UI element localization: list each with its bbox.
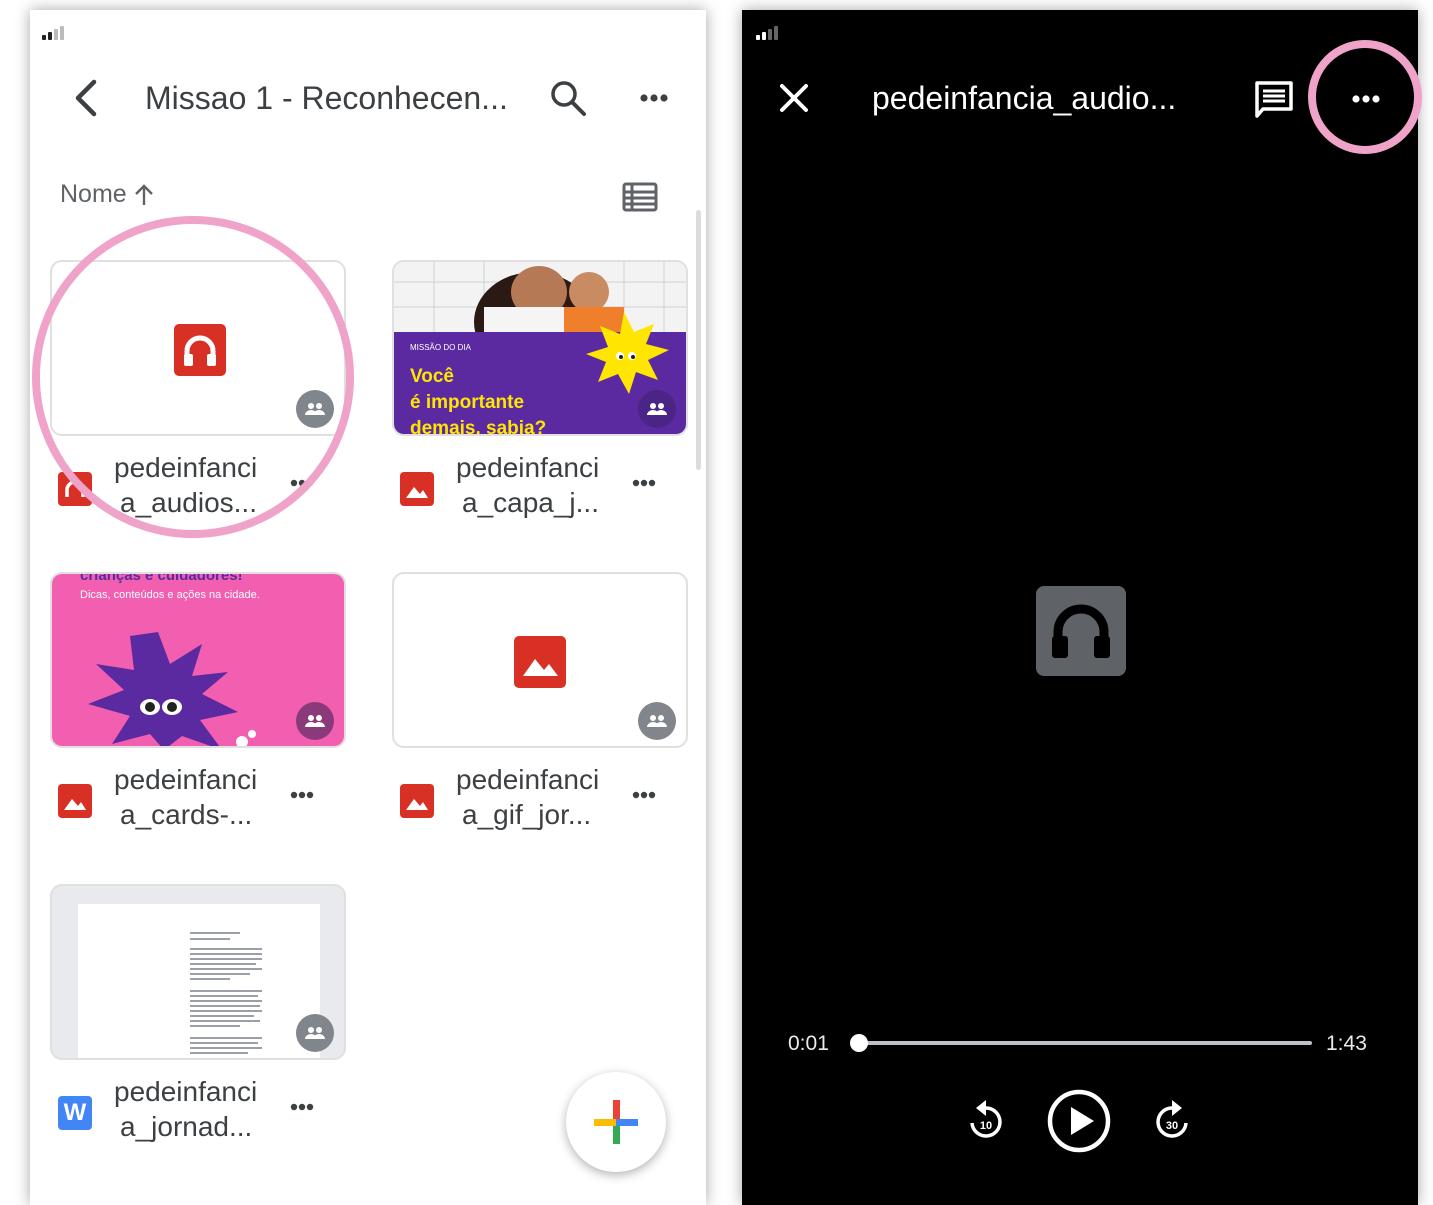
file-name: pedeinfanci a_jornad...	[114, 1076, 258, 1142]
image-file-icon	[514, 636, 566, 688]
svg-text:30: 30	[1166, 1120, 1178, 1132]
more-horizontal-icon	[290, 479, 314, 487]
back-button[interactable]	[68, 78, 108, 118]
capa-tag-text: MISSÃO DO DIA	[410, 343, 472, 352]
chevron-left-icon	[75, 79, 97, 117]
file-row-jornada[interactable]: W pedeinfanci a_jornad...	[50, 1074, 346, 1154]
close-icon	[780, 84, 808, 112]
svg-text:10: 10	[980, 1120, 992, 1132]
signal-strength-icon	[756, 26, 778, 40]
file-tile-jornada[interactable]	[50, 884, 346, 1060]
signal-strength-icon	[42, 26, 64, 40]
more-horizontal-icon	[632, 479, 656, 487]
cards-headline-text: crianças e cuidadores!	[80, 574, 243, 584]
file-more-button[interactable]	[282, 780, 322, 810]
search-icon	[551, 81, 586, 116]
rewind-icon: 10	[970, 1100, 1002, 1138]
file-row-capa[interactable]: pedeinfanci a_capa_j...	[392, 450, 688, 530]
file-name: pedeinfanci a_gif_jor...	[456, 764, 600, 830]
cards-sub-text: Dicas, conteúdos e ações na cidade.	[80, 589, 260, 601]
file-more-button[interactable]	[624, 780, 664, 810]
file-name: pedeinfanci a_audios...	[114, 452, 258, 518]
sort-by-name-button[interactable]: Nome	[60, 180, 155, 209]
arrow-up-icon	[134, 183, 153, 205]
shared-icon	[638, 702, 676, 740]
current-time: 0:01	[788, 1032, 829, 1055]
word-doc-icon: W	[58, 1096, 92, 1130]
image-type-icon	[400, 472, 434, 506]
screenshot-canvas: Missao 1 - Reconhecen... Nome pedeinfanc…	[0, 0, 1433, 1205]
more-options-button[interactable]	[632, 80, 676, 116]
list-view-toggle[interactable]	[622, 182, 658, 212]
file-more-button[interactable]	[282, 1092, 322, 1122]
play-icon	[1047, 1089, 1111, 1153]
capa-line3-text: demais, sabia?	[410, 418, 546, 436]
file-tile-capa[interactable]: MISSÃO DO DIA Você é importante demais, …	[392, 260, 688, 436]
file-name: pedeinfanci a_capa_j...	[456, 452, 600, 518]
more-horizontal-icon	[290, 1103, 314, 1111]
more-horizontal-icon	[290, 791, 314, 799]
audio-player-screen: pedeinfancia_audio... 0:01 1:43 10 30	[742, 10, 1418, 1205]
play-button[interactable]	[1046, 1088, 1112, 1154]
audio-file-icon	[174, 324, 226, 376]
file-row-cards[interactable]: pedeinfanci a_cards-...	[50, 762, 346, 842]
file-more-button[interactable]	[282, 468, 322, 498]
shared-icon	[296, 390, 334, 428]
file-tile-audios[interactable]	[50, 260, 346, 436]
capa-line2-text: é importante	[410, 392, 524, 413]
sort-label: Nome	[60, 180, 127, 208]
more-horizontal-icon	[640, 94, 668, 102]
file-tile-gif[interactable]	[392, 572, 688, 748]
audio-file-icon	[1036, 586, 1126, 676]
forward-button[interactable]: 30	[1150, 1096, 1194, 1146]
shared-icon	[638, 390, 676, 428]
shared-icon	[296, 702, 334, 740]
more-horizontal-icon	[1352, 95, 1380, 103]
audio-type-icon	[58, 472, 92, 506]
list-view-icon	[622, 182, 658, 212]
rewind-button[interactable]: 10	[964, 1096, 1008, 1146]
search-button[interactable]	[548, 78, 588, 118]
forward-icon: 30	[1156, 1100, 1188, 1138]
seek-thumb[interactable]	[849, 1034, 868, 1052]
more-horizontal-icon	[632, 791, 656, 799]
file-row-audios[interactable]: pedeinfanci a_audios...	[50, 450, 346, 530]
image-type-icon	[400, 784, 434, 818]
seek-bar[interactable]	[849, 1034, 1312, 1052]
comment-icon	[1255, 81, 1293, 118]
file-more-button[interactable]	[624, 468, 664, 498]
new-file-fab-button[interactable]	[566, 1072, 666, 1172]
folder-title: Missao 1 - Reconhecen...	[145, 80, 508, 116]
plus-icon	[594, 1100, 638, 1144]
scrollbar[interactable]	[696, 210, 701, 470]
comment-button[interactable]	[1252, 80, 1296, 120]
file-tile-cards[interactable]: crianças e cuidadores! Dicas, conteúdos …	[50, 572, 346, 748]
drive-folder-screen: Missao 1 - Reconhecen... Nome pedeinfanc…	[30, 10, 706, 1205]
total-time: 1:43	[1326, 1032, 1367, 1055]
shared-icon	[296, 1014, 334, 1052]
close-button[interactable]	[776, 80, 812, 116]
capa-line1-text: Você	[410, 366, 454, 387]
image-type-icon	[58, 784, 92, 818]
more-options-button[interactable]	[1344, 82, 1388, 116]
file-name: pedeinfanci a_cards-...	[114, 764, 258, 830]
file-row-gif[interactable]: pedeinfanci a_gif_jor...	[392, 762, 688, 842]
player-title: pedeinfancia_audio...	[872, 80, 1177, 116]
